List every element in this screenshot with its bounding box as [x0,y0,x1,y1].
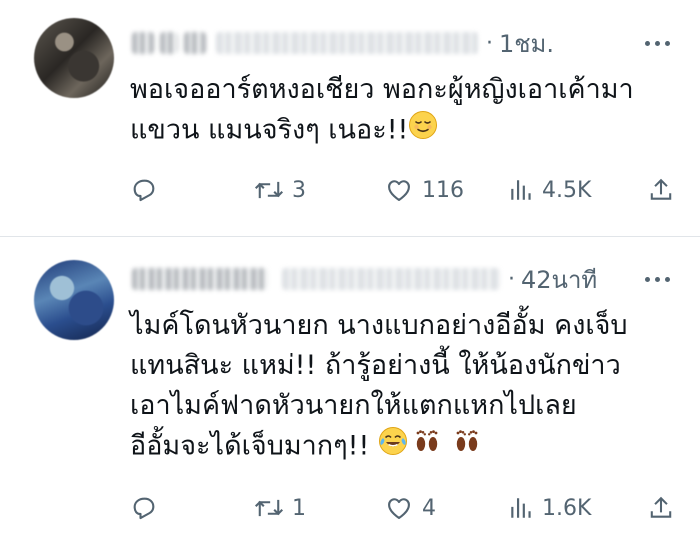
retweet-button[interactable]: 1 [254,494,306,522]
more-icon[interactable] [645,28,670,58]
share-icon [650,496,672,518]
views-icon [511,498,531,518]
tweet-header: · 42นาที [132,262,670,296]
timestamp[interactable]: 42นาที [521,260,597,299]
like-count: 4 [422,495,436,521]
like-button[interactable]: 116 [384,176,464,204]
more-icon[interactable] [645,264,670,294]
like-icon [388,498,410,519]
tweet-text: ไมค์โดนหัวนายก นางแบกอย่างอีอั้ม คงเจ็บ … [130,306,680,468]
share-button[interactable] [648,494,674,522]
like-button[interactable]: 4 [384,494,436,522]
views-count: 1.6K [542,495,592,521]
views-count: 4.5K [542,177,592,203]
share-icon [650,178,672,200]
blurred-user-name[interactable] [132,32,478,54]
footprints-icon [412,426,442,468]
avatar[interactable] [34,260,114,340]
relieved-face-icon [408,110,438,152]
retweet-icon [254,499,284,517]
tears-of-joy-icon [378,426,408,468]
retweet-icon [254,181,284,199]
action-bar: 1 4 1.6K [130,490,674,526]
like-icon [388,180,410,201]
tweet-header: · 1ชม. [132,26,670,60]
share-button[interactable] [648,176,674,204]
tweet-text: พอเจออาร์ตหงอเชียว พอกะผู้หญิงเอาเค้ามา … [130,70,680,152]
avatar[interactable] [34,18,114,98]
reply-icon [133,497,155,520]
timestamp[interactable]: 1ชม. [499,24,554,63]
views-button[interactable]: 4.5K [508,176,591,204]
views-icon [511,180,531,200]
footprints-icon [452,426,482,468]
reply-icon [133,179,155,202]
separator-dot: · [486,30,493,56]
blurred-user-name[interactable] [132,268,500,290]
tweet[interactable]: · 1ชม. พอเจออาร์ตหงอเชียว พอกะผู้หญิงเอา… [0,0,700,237]
views-button[interactable]: 1.6K [508,494,591,522]
retweet-count: 3 [292,177,306,203]
reply-button[interactable] [130,176,166,204]
retweet-count: 1 [292,495,306,521]
retweet-button[interactable]: 3 [254,176,306,204]
like-count: 116 [422,177,464,203]
tweet[interactable]: · 42นาที ไมค์โดนหัวนายก นางแบกอย่างอีอั้… [0,238,700,554]
reply-button[interactable] [130,494,166,522]
action-bar: 3 116 4.5K [130,172,674,208]
separator-dot: · [508,266,515,292]
